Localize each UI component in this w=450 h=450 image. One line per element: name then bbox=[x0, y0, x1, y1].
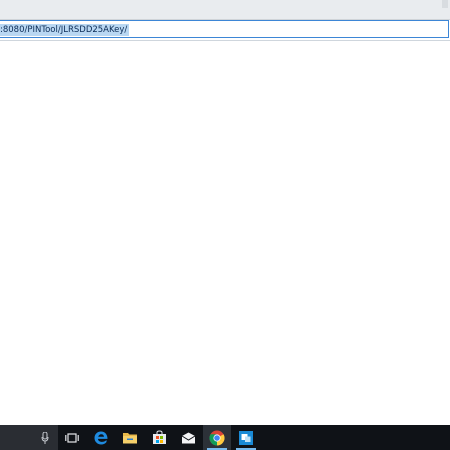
page-content bbox=[0, 41, 450, 425]
mail-icon[interactable] bbox=[174, 425, 202, 450]
app-icon[interactable] bbox=[232, 425, 260, 450]
store-icon[interactable] bbox=[145, 425, 173, 450]
url-input[interactable]: :8080/PINTool/JLRSDD25AKey/ bbox=[0, 20, 449, 38]
chrome-icon[interactable] bbox=[203, 425, 231, 450]
file-explorer-icon[interactable] bbox=[116, 425, 144, 450]
browser-titlebar bbox=[0, 0, 450, 20]
taskbar bbox=[0, 425, 450, 450]
edge-icon[interactable] bbox=[87, 425, 115, 450]
task-view-icon[interactable] bbox=[58, 425, 86, 450]
microphone-icon[interactable] bbox=[41, 432, 49, 444]
url-text[interactable]: :8080/PINTool/JLRSDD25AKey/ bbox=[0, 24, 130, 36]
address-bar: :8080/PINTool/JLRSDD25AKey/ bbox=[0, 20, 450, 41]
window-control[interactable] bbox=[442, 0, 448, 8]
taskbar-search-box[interactable] bbox=[0, 425, 58, 450]
